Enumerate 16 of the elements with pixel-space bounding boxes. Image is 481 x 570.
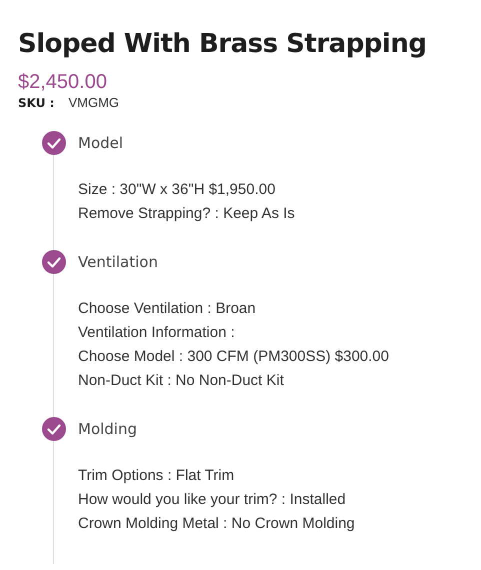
- sku-value: VMGMG: [68, 94, 120, 112]
- option-line: Choose Model : 300 CFM (PM300SS) $300.00: [78, 347, 390, 367]
- option-line: Size : 30"W x 36"H $1,950.00: [78, 180, 276, 200]
- option-line: How would you like your trim? : Installed: [78, 490, 347, 510]
- product-title: Sloped With Brass Strapping: [18, 28, 428, 61]
- product-price: $2,450.00: [18, 70, 108, 94]
- step-title: Model: [78, 134, 124, 152]
- option-line: Crown Molding Metal : No Crown Molding: [78, 514, 356, 534]
- option-line: Ventilation Information :: [78, 323, 236, 343]
- option-line: Non-Duct Kit : No Non-Duct Kit: [78, 371, 285, 391]
- sku-label: SKU :: [18, 95, 54, 112]
- option-line: Remove Strapping? : Keep As Is: [78, 204, 296, 224]
- option-line: Trim Options : Flat Trim: [78, 466, 236, 486]
- step-title: Ventilation: [78, 253, 158, 271]
- step-title: Molding: [78, 420, 138, 438]
- option-line: Choose Ventilation : Broan: [78, 299, 257, 319]
